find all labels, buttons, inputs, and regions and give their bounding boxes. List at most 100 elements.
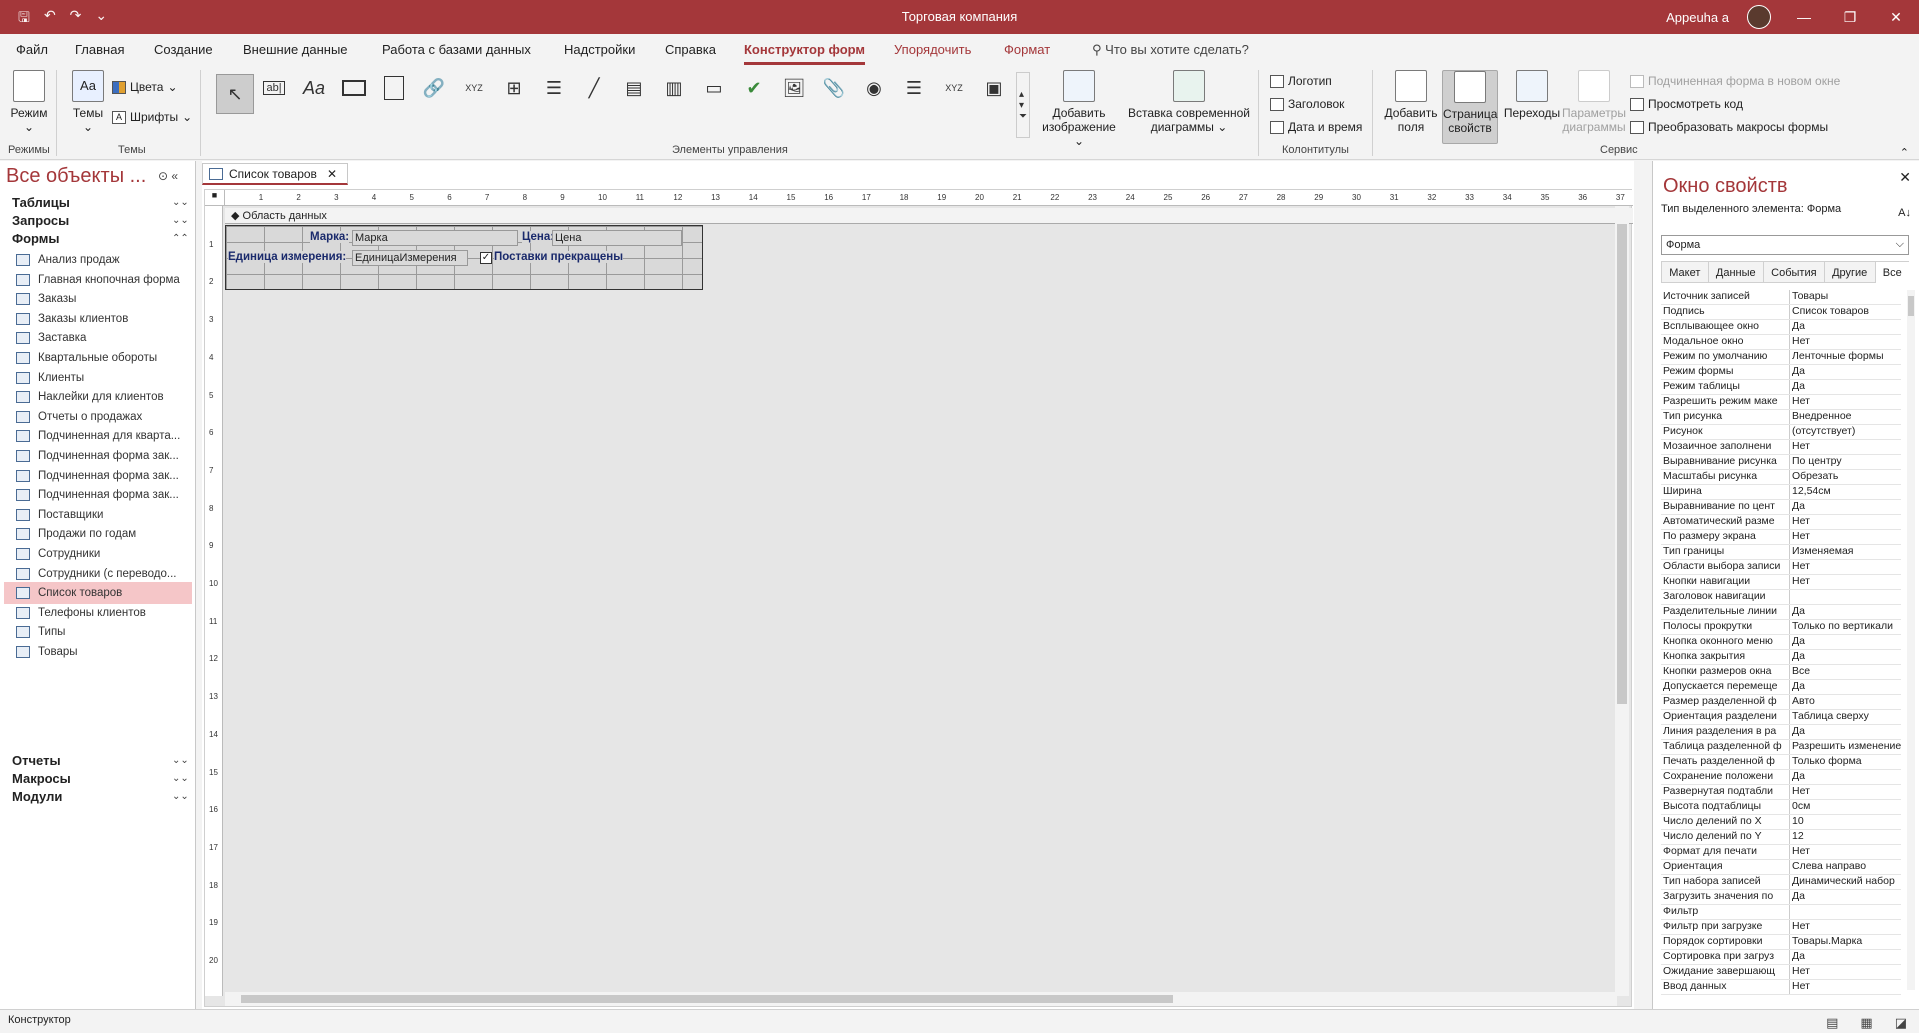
fonts-button[interactable]: A Шрифты ⌄ [112,110,192,124]
property-value[interactable]: Нет [1789,965,1901,979]
property-row[interactable]: Подпись Список товаров [1661,305,1901,320]
date-time-button[interactable]: Дата и время [1270,120,1362,134]
discontinued-checkbox[interactable]: ✓ [480,252,492,264]
property-value[interactable]: Да [1789,890,1901,904]
property-value[interactable] [1789,905,1901,919]
property-row[interactable]: Полосы прокрутки Только по вертикали [1661,620,1901,635]
option-button-icon[interactable]: ◉ [858,72,890,104]
expand-icon[interactable]: ⌄⌄ [172,755,189,766]
property-row[interactable]: Тип границы Изменяемая [1661,545,1901,560]
property-row[interactable]: Ориентация разделени Таблица сверху [1661,710,1901,725]
document-tab[interactable]: Список товаров ✕ [202,163,348,185]
tab-control-icon[interactable] [378,72,410,104]
property-value[interactable]: Нет [1789,980,1901,994]
property-row[interactable]: Ввод данных Нет [1661,980,1901,995]
nav-menu-icon[interactable]: ⊙ « [158,169,178,183]
detail-section-header[interactable]: ◆ Область данных [225,208,1633,224]
property-row[interactable]: Допускается перемеще Да [1661,680,1901,695]
logo-button[interactable]: Логотип [1270,74,1332,88]
property-value[interactable]: Да [1789,635,1901,649]
property-value[interactable]: Нет [1789,785,1901,799]
property-value[interactable]: Нет [1789,335,1901,349]
property-value[interactable]: Да [1789,680,1901,694]
option-group-icon[interactable]: ☰ [538,72,570,104]
button-control-icon[interactable] [338,72,370,104]
property-value[interactable]: Все [1789,665,1901,679]
property-row[interactable]: Режим формы Да [1661,365,1901,380]
nav-category-tables[interactable]: Таблицы [12,195,70,210]
expand-icon[interactable]: ⌄⌄ [172,215,189,226]
property-value[interactable]: Нет [1789,395,1901,409]
property-value[interactable]: Да [1789,770,1901,784]
property-sheet-button[interactable]: Страница свойств [1442,70,1498,144]
property-row[interactable]: Выравнивание по цент Да [1661,500,1901,515]
chart-control-icon[interactable]: ▥ [658,72,690,104]
user-name[interactable]: Appeuha a [1666,10,1729,25]
property-row[interactable]: Разрешить режим маке Нет [1661,395,1901,410]
property-row[interactable]: Таблица разделенной ф Разрешить изменение [1661,740,1901,755]
property-value[interactable]: Слева направо [1789,860,1901,874]
property-row[interactable]: Режим по умолчанию Ленточные формы [1661,350,1901,365]
convert-macros-button[interactable]: Преобразовать макросы формы [1630,120,1828,134]
expand-icon[interactable]: ⌄⌄ [172,773,189,784]
property-value[interactable]: Обрезать [1789,470,1901,484]
property-row[interactable]: Ширина 12,54см [1661,485,1901,500]
property-value[interactable]: Изменяемая [1789,545,1901,559]
tab-format[interactable]: Формат [1004,42,1050,57]
tab-help[interactable]: Справка [665,42,716,57]
property-value[interactable]: Разрешить изменение [1789,740,1901,754]
themes-button[interactable]: Aa Темы ⌄ [68,70,108,134]
property-value[interactable]: По центру [1789,455,1901,469]
property-row[interactable]: Число делений по Y 12 [1661,830,1901,845]
insert-modern-chart-button[interactable]: Вставка современной диаграммы ⌄ [1124,70,1254,134]
tab-order-button[interactable]: Переходы [1502,70,1562,120]
property-row[interactable]: Мозаичное заполнени Нет [1661,440,1901,455]
view-mode-button[interactable]: Режим ⌄ [8,70,50,134]
property-row[interactable]: Фильтр при загрузке Нет [1661,920,1901,935]
property-value[interactable]: Динамический набор [1789,875,1901,889]
layout-view-status-icon[interactable]: ▦ [1860,1013,1872,1033]
property-value[interactable]: Авто [1789,695,1901,709]
object-selector-dropdown[interactable]: Форма [1661,235,1909,255]
unit-textbox[interactable]: ЕдиницаИзмерения [352,250,468,266]
textbox-control-icon[interactable]: ab| [258,72,290,104]
property-scrollbar[interactable] [1907,290,1915,990]
property-row[interactable]: Сохранение положени Да [1661,770,1901,785]
property-value[interactable]: Товары.Марка [1789,935,1901,949]
navigation-control-icon[interactable]: ⊞ [498,72,530,104]
property-row[interactable]: Кнопки размеров окна Все [1661,665,1901,680]
property-row[interactable]: Тип набора записей Динамический набор [1661,875,1901,890]
add-existing-fields-button[interactable]: Добавить поля [1380,70,1442,134]
tab-file[interactable]: Файл [16,42,48,57]
property-row[interactable]: Тип рисунка Внедренное [1661,410,1901,425]
close-icon[interactable]: ✕ [1899,169,1911,186]
nav-category-reports[interactable]: Отчеты [12,753,61,768]
property-row[interactable]: Размер разделенной ф Авто [1661,695,1901,710]
property-value[interactable]: Да [1789,500,1901,514]
property-row[interactable]: Разделительные линии Да [1661,605,1901,620]
property-value[interactable]: Ленточные формы [1789,350,1901,364]
property-row[interactable]: По размеру экрана Нет [1661,530,1901,545]
property-row[interactable]: Автоматический разме Нет [1661,515,1901,530]
check-box-icon[interactable]: ☰ [898,72,930,104]
tell-me-search[interactable]: ⚲ Что вы хотите сделать? [1092,42,1249,58]
tab-create[interactable]: Создание [154,42,213,57]
property-value[interactable]: Да [1789,725,1901,739]
property-value[interactable]: Да [1789,950,1901,964]
nav-item-form[interactable]: Товары [4,641,192,663]
property-value[interactable]: Внедренное [1789,410,1901,424]
collapse-ribbon-icon[interactable]: ⌃ [1900,146,1909,159]
close-tab-icon[interactable]: ✕ [327,167,337,181]
unit-label[interactable]: Единица измерения: [228,251,347,263]
property-row[interactable]: Сортировка при загруз Да [1661,950,1901,965]
property-value[interactable]: 12,54см [1789,485,1901,499]
property-row[interactable]: Загрузить значения по Да [1661,890,1901,905]
sort-icon[interactable]: A↓ [1898,207,1911,219]
collapse-icon[interactable]: ⌃⌃ [172,233,189,244]
page-break-icon[interactable]: ╱ [578,72,610,104]
property-row[interactable]: Выравнивание рисунка По центру [1661,455,1901,470]
tab-addins[interactable]: Надстройки [564,42,635,57]
property-row[interactable]: Печать разделенной ф Только форма [1661,755,1901,770]
property-row[interactable]: Модальное окно Нет [1661,335,1901,350]
property-value[interactable]: Да [1789,650,1901,664]
